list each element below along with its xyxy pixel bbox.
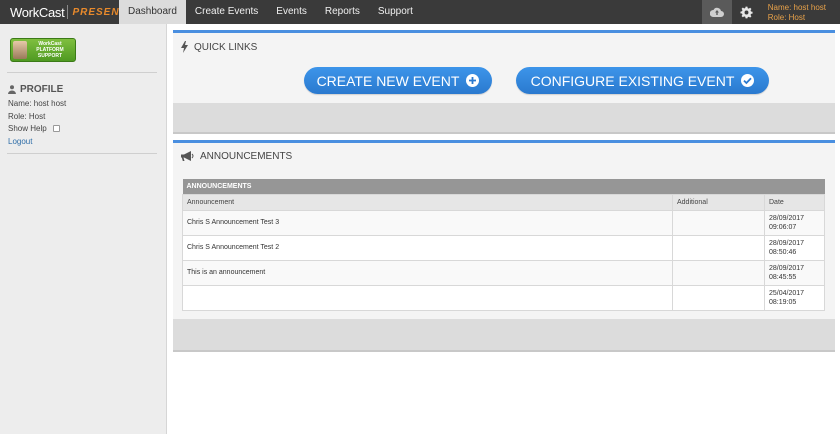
user-icon	[8, 85, 16, 94]
profile-heading: PROFILE	[8, 84, 63, 95]
date-cell: 25/04/2017 08:19:05	[764, 284, 825, 311]
quick-links-panel: QUICK LINKS CREATE NEW EVENT CONFIGURE E…	[173, 30, 835, 134]
nav-create-events[interactable]: Create Events	[186, 0, 267, 24]
nav-events[interactable]: Events	[267, 0, 316, 24]
table-row[interactable]: This is an announcement 28/09/2017 08:45…	[182, 259, 825, 286]
table-row[interactable]: Chris S Announcement Test 2 28/09/2017 0…	[182, 234, 825, 261]
announcement-cell	[182, 284, 673, 311]
announcements-header: ANNOUNCEMENTS	[181, 151, 292, 162]
show-help-checkbox[interactable]	[52, 125, 60, 132]
column-header-additional[interactable]: Additional	[672, 193, 765, 211]
brand-separator	[67, 5, 69, 19]
brand-name: WorkCast	[10, 4, 65, 20]
nav-reports[interactable]: Reports	[316, 0, 369, 24]
user-info: Name: host host Role: Host	[762, 0, 840, 24]
configure-existing-event-button[interactable]: CONFIGURE EXISTING EVENT	[516, 67, 769, 94]
create-new-event-button[interactable]: CREATE NEW EVENT	[304, 67, 492, 94]
lightning-icon	[181, 41, 188, 53]
logout-link[interactable]: Logout	[8, 137, 32, 146]
platform-support-badge[interactable]: WorkCast PLATFORM SUPPORT	[10, 38, 76, 62]
nav-dashboard[interactable]: Dashboard	[119, 0, 186, 24]
table-title: ANNOUNCEMENTS	[182, 179, 825, 194]
additional-cell	[672, 209, 765, 236]
announcement-cell: Chris S Announcement Test 2	[182, 234, 673, 261]
quick-links-title: QUICK LINKS	[194, 41, 258, 53]
column-header-announcement[interactable]: Announcement	[182, 193, 673, 211]
profile-name: Name: host host	[8, 99, 67, 108]
additional-cell	[672, 259, 765, 286]
column-header-date[interactable]: Date	[764, 193, 825, 211]
main-nav: Dashboard Create Events Events Reports S…	[119, 0, 422, 24]
table-title-row: ANNOUNCEMENTS	[182, 179, 825, 194]
sidebar-divider	[7, 153, 157, 154]
additional-cell	[672, 284, 765, 311]
table-row[interactable]: Chris S Announcement Test 3 28/09/2017 0…	[182, 209, 825, 236]
sidebar-divider	[7, 72, 157, 73]
settings-button[interactable]	[731, 0, 762, 24]
nav-support[interactable]: Support	[369, 0, 422, 24]
check-circle-icon	[741, 74, 755, 87]
cloud-upload-icon	[709, 7, 724, 17]
quick-links-footer	[173, 103, 835, 134]
date-cell: 28/09/2017 08:45:55	[764, 259, 825, 286]
announcements-title: ANNOUNCEMENTS	[200, 151, 293, 162]
user-role: Role: Host	[767, 13, 806, 22]
megaphone-icon	[181, 151, 194, 161]
upload-button[interactable]	[701, 0, 732, 24]
show-help-row: Show Help	[8, 124, 60, 133]
date-cell: 28/09/2017 09:06:07	[764, 209, 825, 236]
quick-links-header: QUICK LINKS	[181, 41, 257, 53]
announcements-table: ANNOUNCEMENTS Announcement Additional Da…	[182, 179, 825, 311]
announcements-footer	[173, 319, 835, 352]
announcement-cell: Chris S Announcement Test 3	[182, 209, 673, 236]
date-cell: 28/09/2017 08:50:46	[764, 234, 825, 261]
sidebar: WorkCast PLATFORM SUPPORT PROFILE Name: …	[0, 24, 167, 434]
table-header-row: Announcement Additional Date	[182, 193, 825, 211]
support-agent-photo	[13, 41, 27, 59]
announcements-panel: ANNOUNCEMENTS ANNOUNCEMENTS Announcement…	[173, 140, 835, 352]
profile-role: Role: Host	[8, 112, 46, 121]
gear-icon	[740, 6, 753, 18]
plus-circle-icon	[466, 74, 480, 87]
announcement-cell: This is an announcement	[182, 259, 673, 286]
brand-logo[interactable]: WorkCast PRESENT+	[10, 3, 134, 21]
user-name: Name: host host	[767, 3, 826, 12]
top-bar: WorkCast PRESENT+ Dashboard Create Event…	[0, 0, 840, 24]
additional-cell	[672, 234, 765, 261]
top-right-area: Name: host host Role: Host	[701, 0, 840, 24]
support-badge-text: WorkCast PLATFORM SUPPORT	[36, 41, 64, 59]
show-help-label: Show Help	[8, 124, 47, 133]
table-row[interactable]: 25/04/2017 08:19:05	[182, 284, 825, 311]
